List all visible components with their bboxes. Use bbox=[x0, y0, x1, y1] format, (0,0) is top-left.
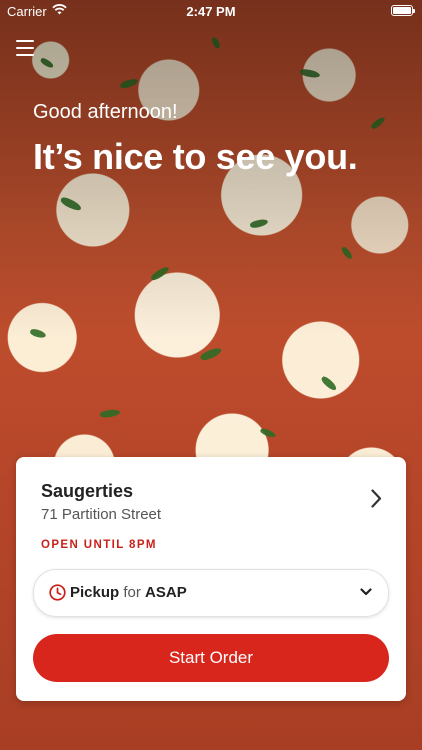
order-card: Saugerties 71 Partition Street OPEN UNTI… bbox=[16, 457, 406, 701]
location-address[interactable]: 71 Partition Street bbox=[41, 506, 161, 523]
pickup-time-selector[interactable]: Pickup for ASAP bbox=[33, 569, 389, 617]
clock-icon bbox=[49, 584, 66, 601]
headline-text: It’s nice to see you. bbox=[33, 136, 358, 177]
status-bar: Carrier 2:47 PM bbox=[0, 0, 422, 22]
chevron-right-icon[interactable] bbox=[371, 489, 382, 508]
status-time: 2:47 PM bbox=[186, 4, 236, 19]
start-order-button[interactable]: Start Order bbox=[33, 634, 389, 682]
menu-icon[interactable] bbox=[16, 40, 34, 56]
home-screen: Carrier 2:47 PM Good afternoon! It’s nic… bbox=[0, 0, 422, 750]
hours-status: OPEN UNTIL 8PM bbox=[41, 539, 157, 551]
pickup-label: Pickup for ASAP bbox=[70, 584, 187, 601]
order-time: ASAP bbox=[145, 584, 187, 601]
greeting-text: Good afternoon! bbox=[33, 101, 178, 123]
battery-icon bbox=[391, 5, 415, 16]
chevron-down-icon bbox=[360, 588, 372, 596]
order-method: Pickup bbox=[70, 584, 120, 601]
location-name[interactable]: Saugerties bbox=[41, 481, 133, 502]
order-connector: for bbox=[123, 584, 141, 601]
